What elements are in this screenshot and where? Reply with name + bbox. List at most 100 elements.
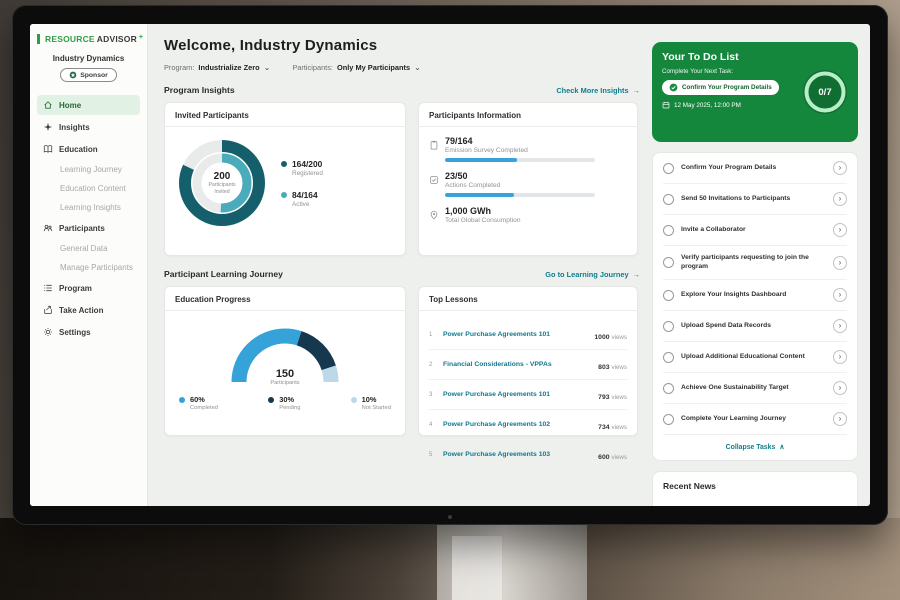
gauge-center-label: 150 Participants xyxy=(223,368,347,386)
sidebar-item-learning-journey[interactable]: Learning Journey xyxy=(37,160,140,179)
education-progress-card: Education Progress 150 Participants xyxy=(164,286,406,436)
learning-cards-row: Education Progress 150 Participants xyxy=(164,286,640,436)
participants-filter[interactable]: Participants: Only My Participants ⌄ xyxy=(292,63,420,72)
chevron-right-icon[interactable]: › xyxy=(833,192,847,206)
clipboard-icon xyxy=(429,137,439,162)
sidebar-item-manage-participants[interactable]: Manage Participants xyxy=(37,258,140,277)
recent-news-title: Recent News xyxy=(663,481,716,491)
chevron-right-icon[interactable]: › xyxy=(833,223,847,237)
recent-news-card[interactable]: Recent News xyxy=(652,471,858,506)
sidebar-item-learning-insights[interactable]: Learning Insights xyxy=(37,198,140,217)
sidebar-item-home[interactable]: Home xyxy=(37,95,140,115)
task-checkbox[interactable] xyxy=(663,257,674,268)
participants-filter-value: Only My Participants xyxy=(337,63,410,72)
task-row[interactable]: Verify participants requesting to join t… xyxy=(663,246,847,280)
legend-value: 30% xyxy=(279,395,300,404)
task-label: Explore Your Insights Dashboard xyxy=(681,291,826,300)
todo-progress-ring: 0/7 xyxy=(801,68,849,116)
participants-filter-label: Participants: xyxy=(292,63,333,72)
task-label: Complete Your Learning Journey xyxy=(681,415,826,424)
task-label: Upload Spend Data Records xyxy=(681,322,826,331)
sidebar-item-education[interactable]: Education xyxy=(37,139,140,159)
task-row[interactable]: Explore Your Insights Dashboard › xyxy=(663,280,847,311)
legend-value: 84/164 xyxy=(292,190,318,200)
task-row[interactable]: Upload Additional Educational Content › xyxy=(663,342,847,373)
todo-task-list: Confirm Your Program Details › Send 50 I… xyxy=(652,152,858,461)
task-checkbox[interactable] xyxy=(663,290,674,301)
sidebar-item-education-content[interactable]: Education Content xyxy=(37,179,140,198)
action-arrow-icon xyxy=(43,305,53,315)
collapse-tasks-button[interactable]: Collapse Tasks ∧ xyxy=(663,435,847,460)
task-checkbox[interactable] xyxy=(663,194,674,205)
task-row[interactable]: Invite a Collaborator › xyxy=(663,215,847,246)
check-more-insights-link[interactable]: Check More Insights → xyxy=(556,86,640,95)
go-to-learning-journey-link[interactable]: Go to Learning Journey → xyxy=(545,270,640,279)
lesson-rank: 4 xyxy=(429,422,437,428)
task-checkbox[interactable] xyxy=(663,414,674,425)
lesson-rank: 1 xyxy=(429,332,437,338)
todo-progress-value: 0/7 xyxy=(801,68,849,116)
task-label: Send 50 Invitations to Participants xyxy=(681,195,826,204)
sidebar-item-participants[interactable]: Participants xyxy=(37,218,140,238)
info-value: 79/164 xyxy=(445,136,627,146)
task-checkbox[interactable] xyxy=(663,225,674,236)
org-name: Industry Dynamics xyxy=(37,54,140,63)
sponsor-badge-label: Sponsor xyxy=(80,72,108,79)
sidebar-item-label: Education xyxy=(59,145,98,154)
lesson-views-unit: views xyxy=(612,424,627,431)
legend-dot xyxy=(179,397,185,403)
chevron-right-icon[interactable]: › xyxy=(833,319,847,333)
gauge-center-value: 150 xyxy=(223,368,347,380)
task-checkbox[interactable] xyxy=(663,383,674,394)
calendar-icon xyxy=(662,101,670,109)
chevron-right-icon[interactable]: › xyxy=(833,288,847,302)
card-title: Top Lessons xyxy=(419,295,637,311)
sidebar-item-settings[interactable]: Settings xyxy=(37,322,140,342)
sponsor-badge[interactable]: Sponsor xyxy=(60,68,117,82)
task-checkbox[interactable] xyxy=(663,321,674,332)
lesson-link[interactable]: Power Purchase Agreements 103 xyxy=(443,451,592,458)
chevron-right-icon[interactable]: › xyxy=(833,256,847,270)
sidebar-item-program[interactable]: Program xyxy=(37,278,140,298)
lesson-views-unit: views xyxy=(612,334,627,341)
program-filter[interactable]: Program: Industrialize Zero ⌄ xyxy=(164,63,270,72)
legend-dot xyxy=(351,397,357,403)
chevron-right-icon[interactable]: › xyxy=(833,350,847,364)
pin-icon xyxy=(429,207,439,225)
task-row[interactable]: Complete Your Learning Journey › xyxy=(663,404,847,435)
lesson-link[interactable]: Power Purchase Agreements 102 xyxy=(443,421,592,428)
invited-donut-chart: 200 Participants Invited xyxy=(175,136,269,230)
task-row[interactable]: Upload Spend Data Records › xyxy=(663,311,847,342)
collapse-label: Collapse Tasks xyxy=(726,444,776,451)
legend-dot xyxy=(281,161,287,167)
lesson-link[interactable]: Financial Considerations - VPPAs xyxy=(443,361,592,368)
next-task-pill[interactable]: Confirm Your Program Details xyxy=(662,80,779,95)
donut-center-text: Participants Invited xyxy=(202,182,242,196)
sidebar-item-take-action[interactable]: Take Action xyxy=(37,300,140,320)
arrow-right-icon: → xyxy=(633,86,640,95)
info-label: Total Global Consumption xyxy=(445,217,627,224)
task-label: Verify participants requesting to join t… xyxy=(681,254,826,271)
progress-bar-fill xyxy=(445,193,514,197)
lesson-link[interactable]: Power Purchase Agreements 101 xyxy=(443,331,588,338)
legend-completed: 60% Completed xyxy=(179,395,218,411)
filters-row: Program: Industrialize Zero ⌄ Participan… xyxy=(164,63,640,72)
participants-information-card: Participants Information 79/164 Emission… xyxy=(418,102,638,256)
task-checkbox[interactable] xyxy=(663,163,674,174)
task-checkbox[interactable] xyxy=(663,352,674,363)
task-row[interactable]: Confirm Your Program Details › xyxy=(663,153,847,184)
sidebar-item-general-data[interactable]: General Data xyxy=(37,239,140,258)
lesson-views: 600 xyxy=(598,454,609,461)
todo-title: Your To Do List xyxy=(662,51,848,63)
legend-label: Active xyxy=(292,201,318,208)
section-title: Participant Learning Journey xyxy=(164,269,283,279)
lesson-link[interactable]: Power Purchase Agreements 101 xyxy=(443,391,592,398)
info-row-consumption: 1,000 GWh Total Global Consumption xyxy=(429,206,627,225)
task-row[interactable]: Send 50 Invitations to Participants › xyxy=(663,184,847,215)
chevron-right-icon[interactable]: › xyxy=(833,161,847,175)
task-row[interactable]: Achieve One Sustainability Target › xyxy=(663,373,847,404)
chevron-right-icon[interactable]: › xyxy=(833,412,847,426)
chevron-right-icon[interactable]: › xyxy=(833,381,847,395)
sidebar-item-insights[interactable]: Insights xyxy=(37,117,140,137)
gauge-center-text: Participants xyxy=(223,380,347,386)
